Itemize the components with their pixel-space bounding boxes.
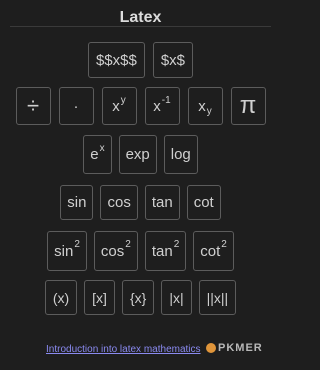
pkmer-logo-icon <box>206 343 216 353</box>
display-mode-row: $$x$$ $x$ <box>10 42 271 78</box>
tan-squared-button[interactable]: tan 2 <box>144 231 187 271</box>
sin-squared-base: sin <box>54 242 74 260</box>
cos-squared-base: cos <box>100 242 125 260</box>
e-power-base: e <box>90 146 99 163</box>
subscript-base: x <box>198 97 206 115</box>
sin-button[interactable]: sin <box>60 185 94 220</box>
cos-squared-button[interactable]: cos 2 <box>93 231 138 271</box>
power-exponent: y <box>120 94 126 106</box>
inverse-exponent: -1 <box>161 94 171 106</box>
power-base: x <box>112 97 120 115</box>
inverse-base: x <box>153 97 161 115</box>
cot-button[interactable]: cot <box>186 185 221 220</box>
subscript-index: y <box>206 105 212 117</box>
inverse-button[interactable]: x -1 <box>144 87 180 125</box>
tan-squared-base: tan <box>151 242 173 260</box>
exp-log-row: ex exp log <box>10 135 271 174</box>
latex-panel: Latex $$x$$ $x$ ÷ · xy x -1 xy π ex exp l… <box>10 0 271 370</box>
brackets-row: (x) [x] {x} |x| ||x|| <box>10 280 271 315</box>
trig-row: sin cos tan cot <box>10 185 271 220</box>
display-math-button[interactable]: $$x$$ <box>87 42 145 78</box>
watermark-text: PKMER <box>218 342 263 354</box>
latex-intro-link[interactable]: Introduction into latex mathematics <box>46 344 201 355</box>
power-button[interactable]: xy <box>101 87 137 125</box>
cos-button[interactable]: cos <box>100 185 138 220</box>
log-button[interactable]: log <box>163 135 198 174</box>
curly-braces-button[interactable]: {x} <box>121 280 155 315</box>
inline-math-button[interactable]: $x$ <box>152 42 194 78</box>
cot-squared-button[interactable]: cot 2 <box>193 231 234 271</box>
e-power-button[interactable]: ex <box>83 135 112 174</box>
norm-button[interactable]: ||x|| <box>198 280 237 315</box>
divide-button[interactable]: ÷ <box>15 87 51 125</box>
absolute-value-button[interactable]: |x| <box>161 280 192 315</box>
pi-button[interactable]: π <box>230 87 266 125</box>
parentheses-button[interactable]: (x) <box>44 280 78 315</box>
exp-button[interactable]: exp <box>118 135 157 174</box>
cot-squared-exponent: 2 <box>221 238 227 250</box>
dot-button[interactable]: · <box>58 87 94 125</box>
cos-squared-exponent: 2 <box>125 238 131 250</box>
trig-squared-row: sin 2 cos 2 tan 2 cot 2 <box>10 231 271 271</box>
tan-button[interactable]: tan <box>144 185 180 220</box>
operators-row: ÷ · xy x -1 xy π <box>10 87 271 125</box>
sin-squared-button[interactable]: sin 2 <box>47 231 87 271</box>
pkmer-watermark: PKMER <box>206 342 263 354</box>
square-brackets-button[interactable]: [x] <box>84 280 115 315</box>
cot-squared-base: cot <box>200 242 221 260</box>
tan-squared-exponent: 2 <box>173 238 180 250</box>
subscript-button[interactable]: xy <box>187 87 223 125</box>
panel-title: Latex <box>10 0 271 27</box>
sin-squared-exponent: 2 <box>74 238 80 250</box>
e-power-exponent: x <box>99 143 105 154</box>
